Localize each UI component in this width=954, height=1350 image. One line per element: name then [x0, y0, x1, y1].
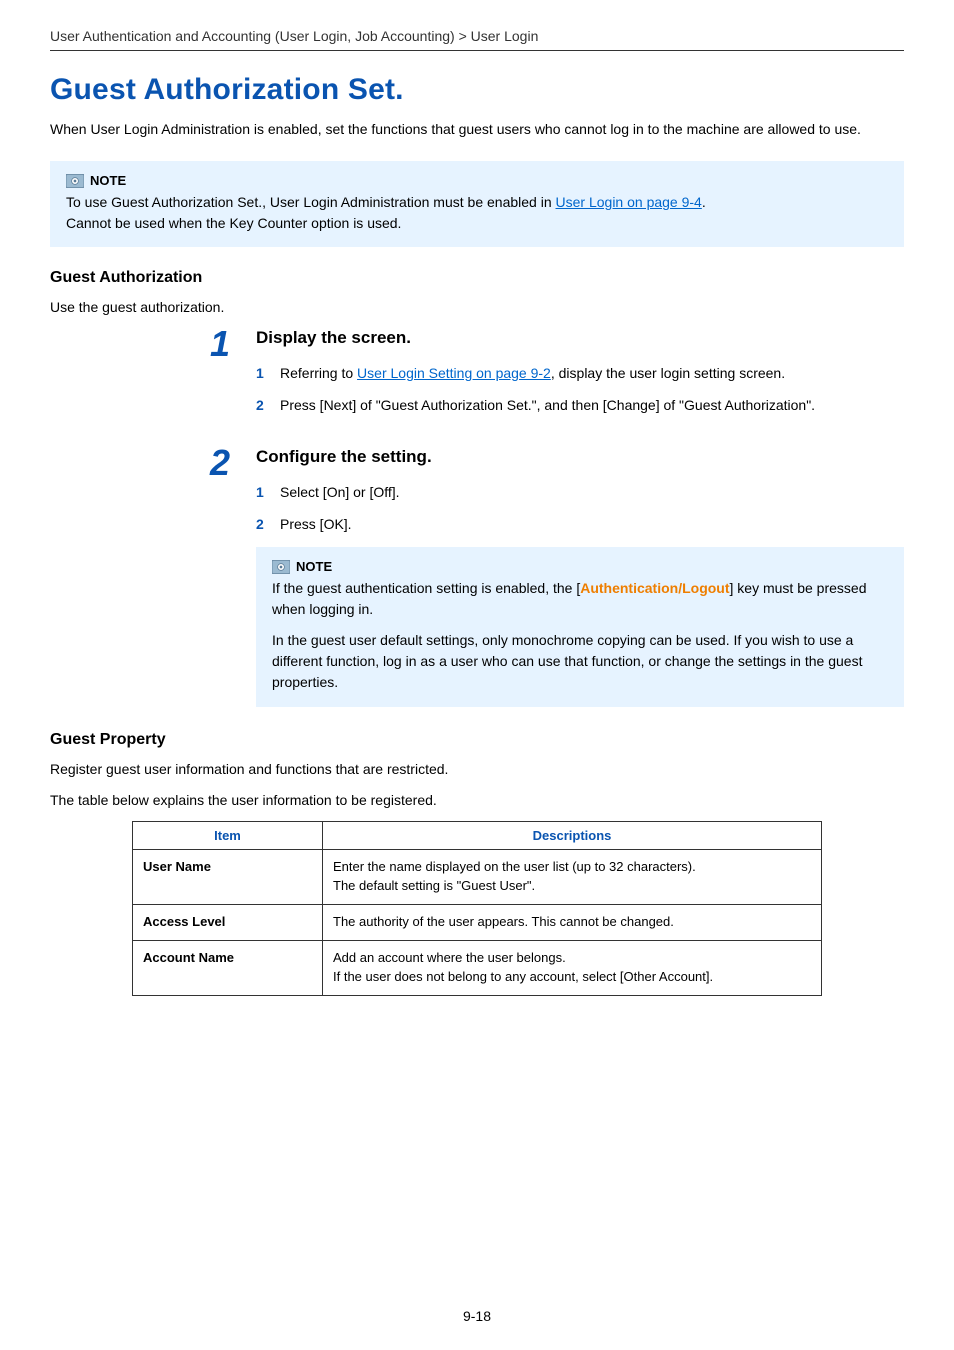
cell-line: If the user does not belong to any accou… [333, 968, 811, 987]
step-1: 1 Display the screen. 1 Referring to Use… [210, 328, 904, 427]
note-para-2: In the guest user default settings, only… [272, 630, 888, 693]
table-row: Access Level The authority of the user a… [133, 905, 822, 941]
section-lead-prop1: Register guest user information and func… [50, 759, 904, 780]
header-divider [50, 50, 904, 51]
section-heading-property: Guest Property [50, 731, 904, 749]
table-cell-item: User Name [133, 850, 323, 905]
intro-text: When User Login Administration is enable… [50, 119, 904, 139]
substep-number: 2 [256, 513, 270, 535]
cell-line: Add an account where the user belongs. [333, 949, 811, 968]
note-label: NOTE [296, 559, 332, 574]
note-icon [272, 560, 290, 574]
section-lead-prop2: The table below explains the user inform… [50, 790, 904, 811]
table-cell-item: Access Level [133, 905, 323, 941]
note-para-1: If the guest authentication setting is e… [272, 578, 888, 620]
breadcrumb: User Authentication and Accounting (User… [50, 28, 904, 50]
substep-post: , display the user login setting screen. [551, 365, 785, 381]
section-heading-auth: Guest Authorization [50, 269, 904, 287]
guest-property-table: Item Descriptions User Name Enter the na… [132, 821, 822, 995]
note-body: To use Guest Authorization Set., User Lo… [66, 192, 888, 233]
table-cell-desc: Enter the name displayed on the user lis… [323, 850, 822, 905]
table-row: User Name Enter the name displayed on th… [133, 850, 822, 905]
substep-number: 2 [256, 394, 270, 416]
table-row: Account Name Add an account where the us… [133, 940, 822, 995]
note-label: NOTE [90, 173, 126, 188]
note-line2: Cannot be used when the Key Counter opti… [66, 215, 401, 231]
note-line1-pre: To use Guest Authorization Set., User Lo… [66, 194, 556, 210]
link-user-login[interactable]: User Login on page 9-4 [556, 194, 702, 210]
substep-number: 1 [256, 362, 270, 384]
substep-text: Referring to User Login Setting on page … [280, 362, 785, 384]
step-number: 2 [210, 447, 238, 708]
substep-pre: Referring to [280, 365, 357, 381]
cell-line: The default setting is "Guest User". [333, 877, 811, 896]
page-title: Guest Authorization Set. [50, 73, 904, 107]
step-title: Configure the setting. [256, 447, 904, 467]
substep-text: Select [On] or [Off]. [280, 481, 400, 503]
auth-logout-key: Authentication/Logout [580, 580, 729, 596]
link-user-login-setting[interactable]: User Login Setting on page 9-2 [357, 365, 551, 381]
substep-number: 1 [256, 481, 270, 503]
table-header-desc: Descriptions [323, 822, 822, 850]
table-cell-desc: Add an account where the user belongs. I… [323, 940, 822, 995]
note-box-inner: NOTE If the guest authentication setting… [256, 547, 904, 707]
note-line1-post: . [702, 194, 706, 210]
substep-text: Press [Next] of "Guest Authorization Set… [280, 394, 815, 416]
section-lead-auth: Use the guest authorization. [50, 297, 904, 318]
note-icon [66, 174, 84, 188]
note-p1-pre: If the guest authentication setting is e… [272, 580, 580, 596]
note-box-top: NOTE To use Guest Authorization Set., Us… [50, 161, 904, 247]
table-cell-item: Account Name [133, 940, 323, 995]
substep-text: Press [OK]. [280, 513, 352, 535]
step-2: 2 Configure the setting. 1 Select [On] o… [210, 447, 904, 708]
cell-line: Enter the name displayed on the user lis… [333, 858, 811, 877]
step-title: Display the screen. [256, 328, 904, 348]
table-header-item: Item [133, 822, 323, 850]
step-number: 1 [210, 328, 238, 427]
table-cell-desc: The authority of the user appears. This … [323, 905, 822, 941]
page-number: 9-18 [0, 1308, 954, 1324]
